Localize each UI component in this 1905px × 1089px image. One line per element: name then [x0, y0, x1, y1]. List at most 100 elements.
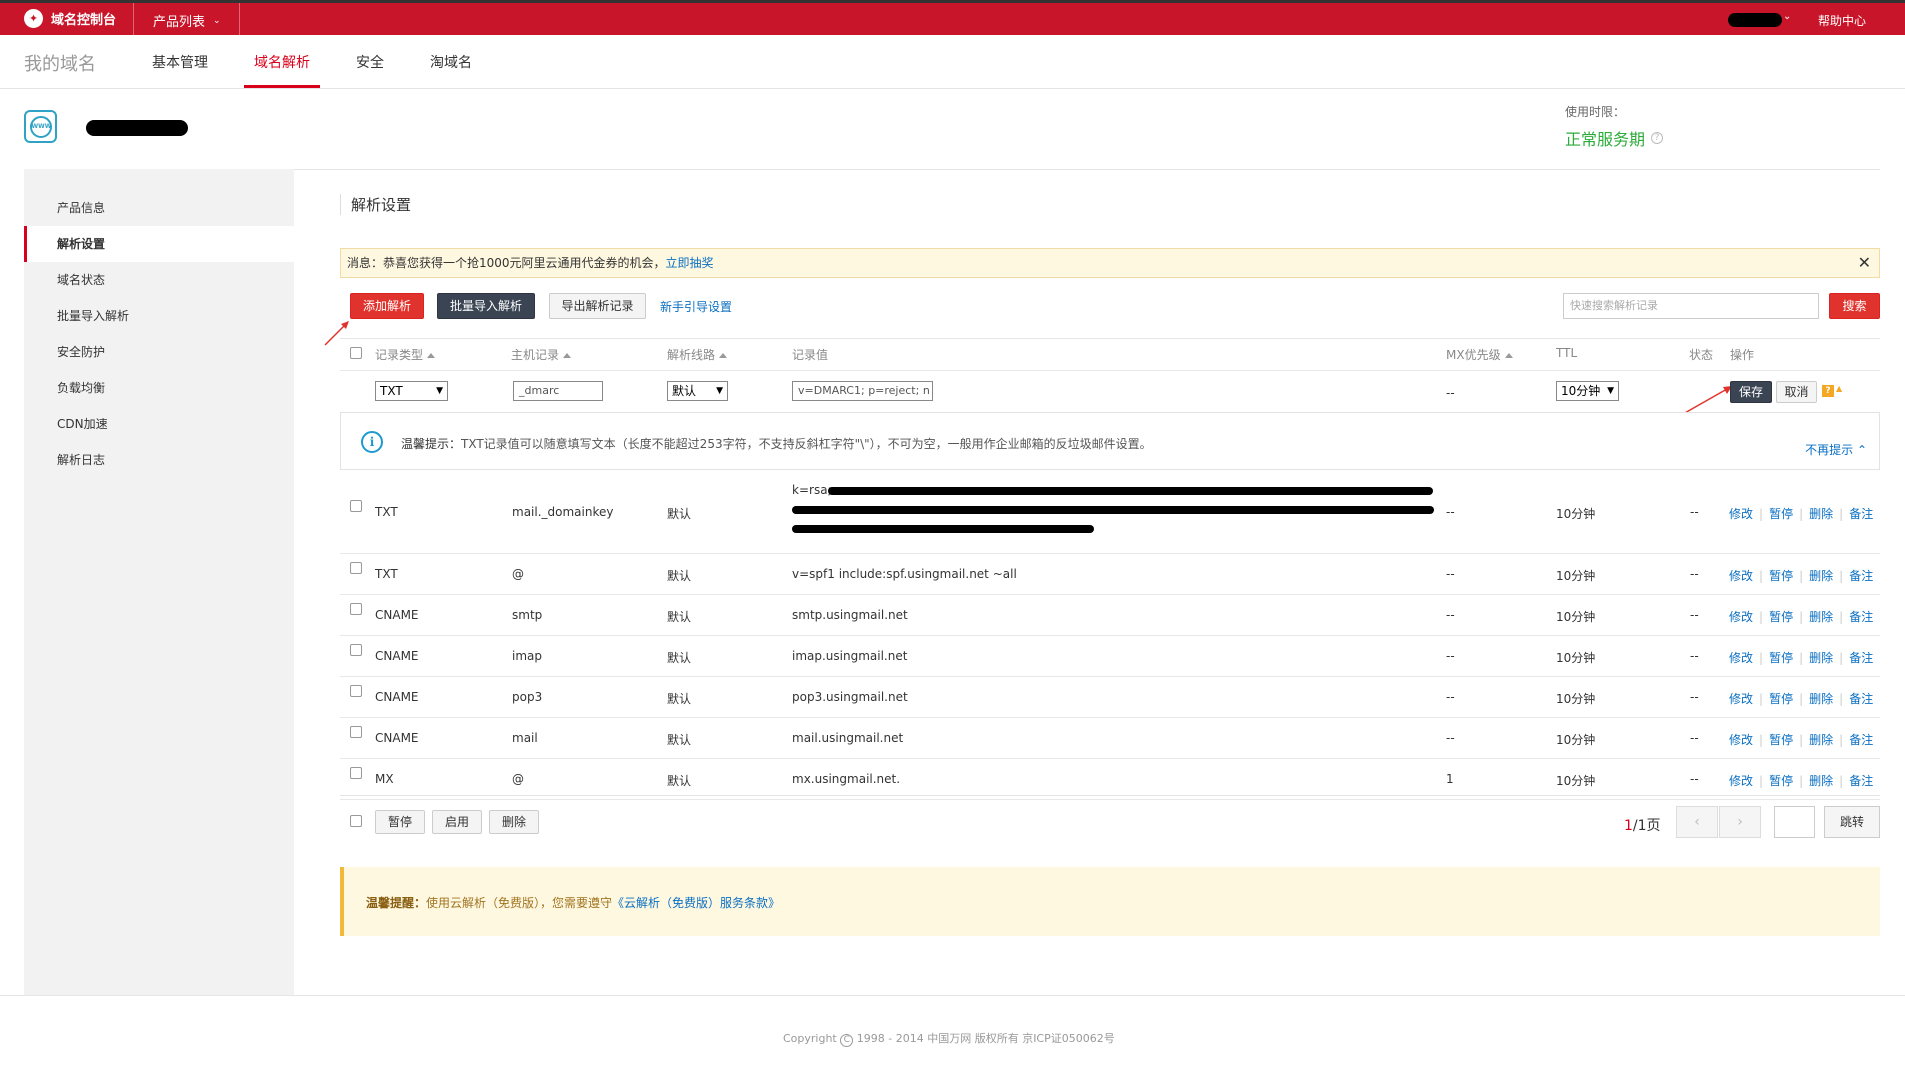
ttl-value: 10分钟 [1556, 610, 1596, 624]
record-status: -- [1690, 608, 1699, 622]
close-icon[interactable]: ✕ [1858, 249, 1871, 277]
bulk-pause-button[interactable]: 暂停 [375, 810, 425, 834]
edit-link[interactable]: 修改 [1729, 569, 1753, 583]
row-checkbox[interactable] [350, 562, 362, 574]
delete-link[interactable]: 删除 [1809, 507, 1833, 521]
edit-link[interactable]: 修改 [1729, 692, 1753, 706]
export-records-button[interactable]: 导出解析记录 [549, 293, 646, 319]
record-search-input[interactable]: 快速搜索解析记录 [1563, 293, 1819, 319]
pause-link[interactable]: 暂停 [1769, 692, 1793, 706]
row-checkbox[interactable] [350, 644, 362, 656]
delete-link[interactable]: 删除 [1809, 610, 1833, 624]
record-value: imap.usingmail.net [792, 649, 908, 663]
bulk-enable-button[interactable]: 启用 [432, 810, 482, 834]
save-button[interactable]: 保存 [1730, 381, 1772, 403]
redacted-dkim-value [792, 525, 1094, 533]
delete-link[interactable]: 删除 [1809, 569, 1833, 583]
sidebar-item-dns-settings[interactable]: 解析设置 [24, 226, 294, 262]
record-type-select[interactable]: TXT ▼ [375, 381, 448, 401]
notice-link[interactable]: 立即抽奖 [666, 256, 714, 270]
remark-link[interactable]: 备注 [1849, 733, 1873, 747]
select-all-checkbox[interactable] [350, 347, 362, 359]
separator: | [1759, 733, 1764, 747]
terms-reminder: 温馨提醒：使用云解析（免费版），您需要遵守《云解析（免费版）服务条款》 [340, 867, 1880, 936]
bulk-delete-button[interactable]: 删除 [489, 810, 539, 834]
line-select[interactable]: 默认 ▼ [667, 381, 728, 401]
page-number-input[interactable] [1774, 806, 1815, 838]
row-checkbox[interactable] [350, 726, 362, 738]
remark-link[interactable]: 备注 [1849, 610, 1873, 624]
remark-link[interactable]: 备注 [1849, 774, 1873, 788]
header-mx-priority[interactable]: MX优先级 [1446, 346, 1513, 363]
remark-link[interactable]: 备注 [1849, 507, 1873, 521]
pause-link[interactable]: 暂停 [1769, 507, 1793, 521]
my-domains-title[interactable]: 我的域名 [24, 50, 96, 76]
add-record-button[interactable]: 添加解析 [350, 293, 424, 319]
sidebar-item-dns-log[interactable]: 解析日志 [24, 442, 294, 478]
delete-link[interactable]: 删除 [1809, 774, 1833, 788]
edit-link[interactable]: 修改 [1729, 774, 1753, 788]
row-checkbox[interactable] [350, 767, 362, 779]
pause-link[interactable]: 暂停 [1769, 651, 1793, 665]
ttl-select[interactable]: 10分钟 ▼ [1556, 381, 1619, 401]
chevron-down-icon[interactable]: ⌄ [1783, 11, 1791, 22]
edit-link[interactable]: 修改 [1729, 507, 1753, 521]
help-icon[interactable]: ? [1822, 385, 1834, 397]
nav-tao-domain[interactable]: 淘域名 [430, 52, 472, 72]
pause-link[interactable]: 暂停 [1769, 569, 1793, 583]
search-button[interactable]: 搜索 [1829, 293, 1880, 319]
header-line[interactable]: 解析线路 [667, 346, 728, 363]
record-status: -- [1690, 690, 1699, 704]
dismiss-tip-link[interactable]: 不再提示 ⌃ [1805, 441, 1867, 458]
sidebar-item-cdn[interactable]: CDN加速 [24, 406, 294, 442]
separator: | [1799, 610, 1804, 624]
sidebar-item-security[interactable]: 安全防护 [24, 334, 294, 370]
sidebar-item-batch-import[interactable]: 批量导入解析 [24, 298, 294, 334]
select-all-bottom-checkbox[interactable] [350, 815, 362, 827]
pause-link[interactable]: 暂停 [1769, 774, 1793, 788]
pause-link[interactable]: 暂停 [1769, 733, 1793, 747]
row-divider [340, 370, 1880, 371]
question-icon[interactable]: ? [1651, 132, 1664, 144]
sort-asc-icon [1504, 353, 1513, 358]
console-logo[interactable]: ✦ 域名控制台 [24, 9, 116, 28]
terms-link[interactable]: 《云解析（免费版）服务条款》 [612, 896, 780, 910]
dropdown-arrow-icon: ▼ [1607, 386, 1614, 396]
next-page-button[interactable]: › [1719, 806, 1761, 838]
copyright: Copyright C 1998 - 2014 中国万网 版权所有 京ICP证0… [783, 1032, 1115, 1047]
row-checkbox[interactable] [350, 603, 362, 615]
header-record-type[interactable]: 记录类型 [375, 346, 436, 363]
sidebar-item-product-info[interactable]: 产品信息 [24, 190, 294, 226]
edit-link[interactable]: 修改 [1729, 733, 1753, 747]
delete-link[interactable]: 删除 [1809, 733, 1833, 747]
cancel-button[interactable]: 取消 [1776, 381, 1817, 403]
nav-security[interactable]: 安全 [356, 52, 384, 72]
remark-link[interactable]: 备注 [1849, 569, 1873, 583]
host-input[interactable]: _dmarc [513, 381, 603, 401]
row-checkbox[interactable] [350, 685, 362, 697]
nav-basic-management[interactable]: 基本管理 [152, 52, 208, 72]
guide-settings-link[interactable]: 新手引导设置 [660, 298, 732, 315]
redacted-username[interactable] [1728, 13, 1782, 27]
pause-link[interactable]: 暂停 [1769, 610, 1793, 624]
row-checkbox[interactable] [350, 500, 362, 512]
prev-page-button[interactable]: ‹ [1676, 806, 1718, 838]
sidebar-item-load-balance[interactable]: 负载均衡 [24, 370, 294, 406]
batch-import-button[interactable]: 批量导入解析 [437, 293, 535, 319]
edit-link[interactable]: 修改 [1729, 651, 1753, 665]
sidebar-item-domain-status[interactable]: 域名状态 [24, 262, 294, 298]
delete-link[interactable]: 删除 [1809, 651, 1833, 665]
nav-dns-resolution[interactable]: 域名解析 [254, 52, 310, 72]
main-nav: 我的域名 基本管理 域名解析 安全 淘域名 [0, 35, 1905, 89]
remark-link[interactable]: 备注 [1849, 651, 1873, 665]
help-center-link[interactable]: 帮助中心 [1818, 12, 1866, 29]
remark-link[interactable]: 备注 [1849, 692, 1873, 706]
delete-link[interactable]: 删除 [1809, 692, 1833, 706]
edit-link[interactable]: 修改 [1729, 610, 1753, 624]
product-list-menu[interactable]: 产品列表 ⌄ [153, 11, 221, 30]
header-host[interactable]: 主机记录 [511, 346, 572, 363]
go-to-page-button[interactable]: 跳转 [1824, 806, 1880, 838]
product-list-label: 产品列表 [153, 15, 206, 30]
record-type: MX [375, 772, 394, 786]
value-input[interactable]: v=DMARC1; p=reject; n [792, 381, 933, 401]
